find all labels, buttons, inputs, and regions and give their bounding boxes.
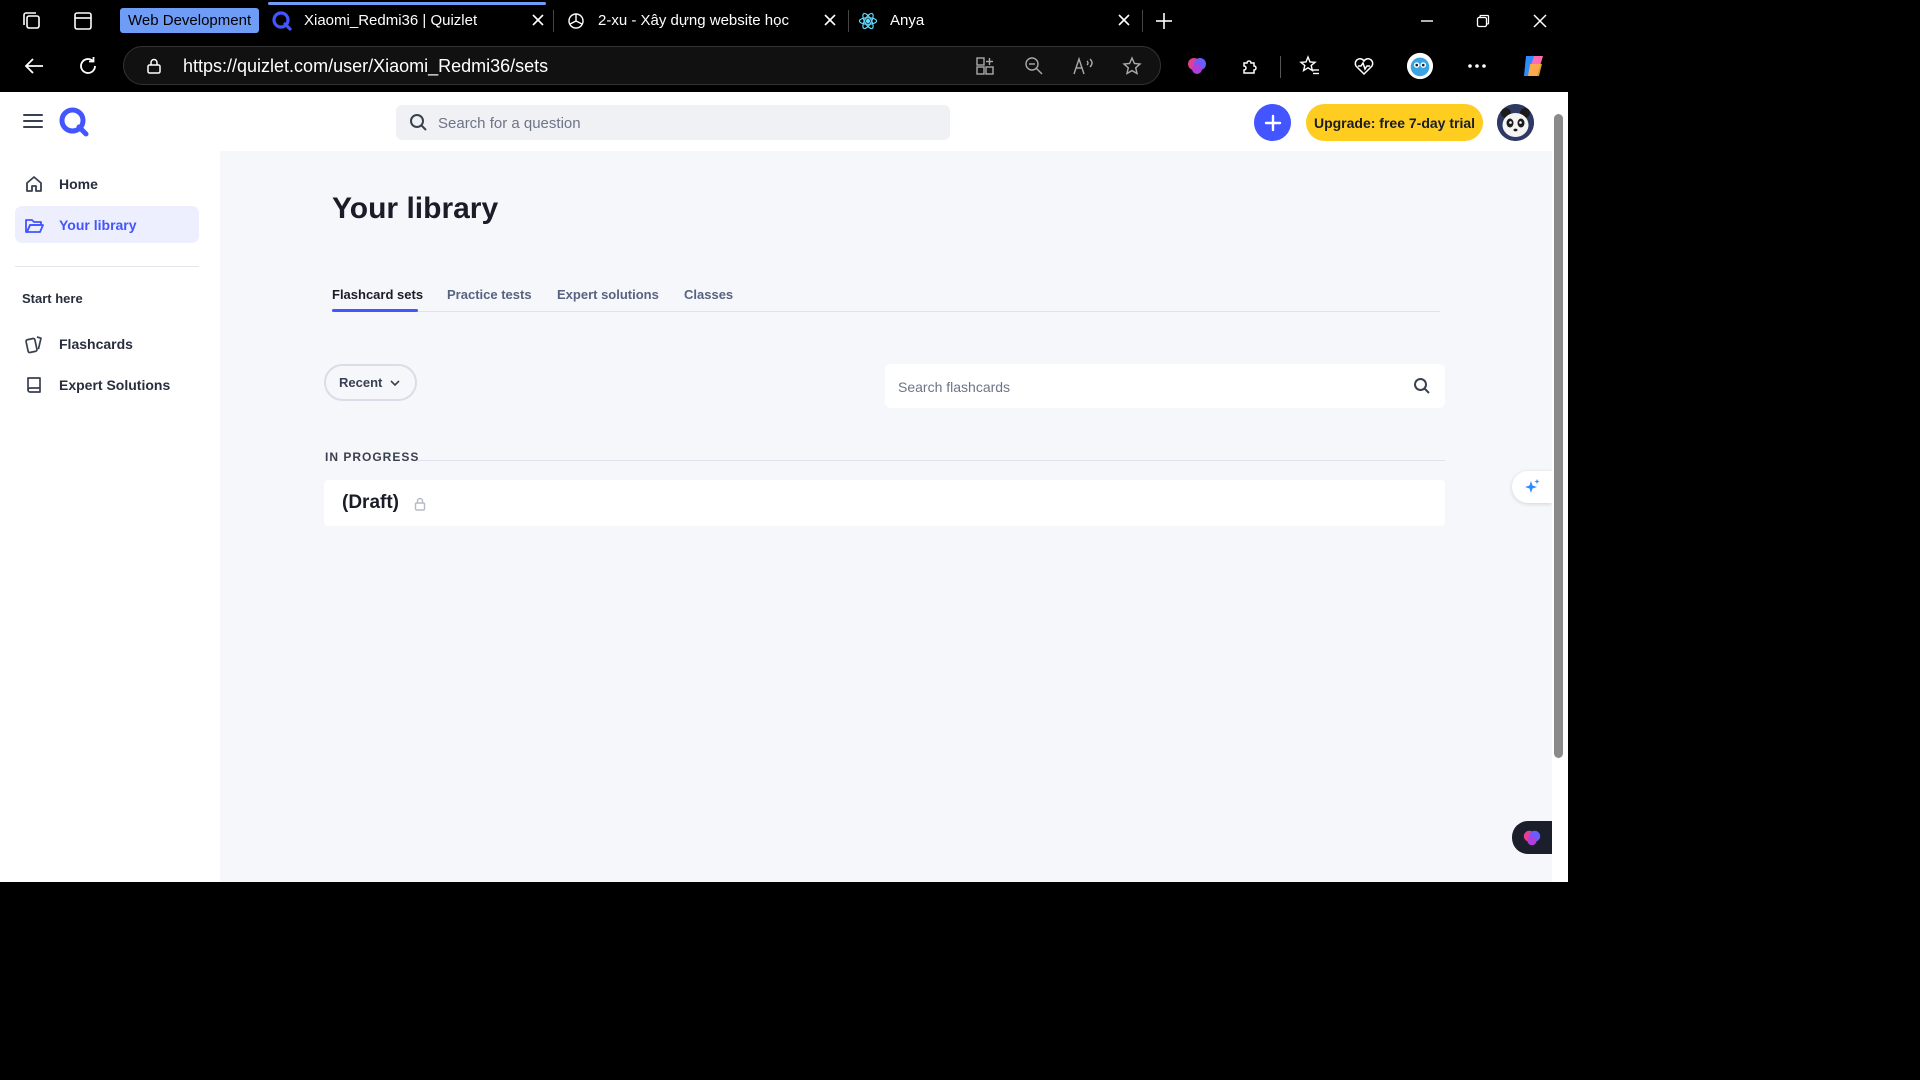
flashcards-search-input[interactable]: Search flashcards	[885, 364, 1445, 408]
tab-title: Xiaomi_Redmi36 | Quizlet	[304, 12, 478, 29]
search-placeholder: Search for a question	[438, 115, 581, 132]
upgrade-button[interactable]: Upgrade: free 7-day trial	[1306, 104, 1483, 141]
sort-dropdown[interactable]: Recent	[324, 364, 417, 401]
toolbar-divider	[1280, 56, 1281, 78]
lock-icon	[414, 497, 426, 516]
more-menu-icon[interactable]	[1463, 52, 1491, 80]
browser-essentials-icon[interactable]	[1350, 52, 1378, 80]
hamburger-menu-icon[interactable]	[22, 112, 44, 130]
home-icon	[23, 173, 45, 195]
flashcards-icon	[23, 333, 45, 355]
new-tab-icon[interactable]	[1151, 8, 1177, 34]
sidebar-item-label: Expert Solutions	[59, 376, 171, 393]
url-text[interactable]: https://quizlet.com/user/Xiaomi_Redmi36/…	[183, 56, 548, 77]
active-tab-indicator	[332, 309, 418, 312]
sidebar-item-your-library[interactable]: Your library	[15, 206, 199, 243]
back-icon[interactable]	[19, 51, 49, 81]
sidebar-item-home[interactable]: Home	[15, 165, 199, 202]
sidebar-item-label: Your library	[59, 216, 137, 233]
sort-label: Recent	[339, 375, 383, 390]
tab-chatgpt[interactable]: 2-xu - Xây dựng website học	[566, 4, 840, 37]
tab-anya[interactable]: Anya	[858, 4, 1134, 37]
sparkle-icon	[1525, 479, 1540, 493]
folder-icon	[23, 214, 45, 236]
copilot-icon[interactable]	[1520, 52, 1548, 80]
close-icon[interactable]	[820, 10, 840, 30]
scrollbar-thumb[interactable]	[1554, 114, 1563, 758]
tab-quizlet[interactable]: Xiaomi_Redmi36 | Quizlet	[272, 4, 548, 37]
minimize-icon[interactable]	[1414, 8, 1440, 34]
favorite-star-icon[interactable]	[1120, 54, 1144, 78]
app-available-icon[interactable]	[973, 54, 997, 78]
restore-icon[interactable]	[1470, 8, 1496, 34]
section-label: IN PROGRESS	[325, 450, 420, 464]
sidebar-item-label: Home	[59, 175, 98, 192]
tab-separator	[848, 10, 849, 32]
chatgpt-icon	[566, 11, 586, 31]
page-scrollbar[interactable]	[1552, 92, 1568, 882]
library-tabs: Flashcard sets Practice tests Expert sol…	[332, 279, 1440, 312]
workspaces-icon[interactable]	[19, 8, 45, 34]
brain-extension-icon[interactable]	[1183, 52, 1211, 80]
ai-sparkle-button[interactable]	[1512, 471, 1552, 503]
tab-title: Anya	[890, 12, 925, 29]
tab-separator	[553, 10, 554, 32]
chevron-down-icon	[390, 375, 400, 390]
address-bar[interactable]: https://quizlet.com/user/Xiaomi_Redmi36/…	[123, 46, 1161, 85]
section-divider	[418, 460, 1445, 461]
profile-avatar-icon[interactable]	[1406, 52, 1434, 80]
browser-toolbar: https://quizlet.com/user/Xiaomi_Redmi36/…	[0, 41, 1568, 92]
avatar[interactable]	[1497, 104, 1534, 141]
sidebar-item-label: Flashcards	[59, 335, 133, 352]
lock-icon[interactable]	[142, 54, 166, 78]
tab-flashcard-sets[interactable]: Flashcard sets	[332, 287, 423, 302]
book-icon	[23, 374, 45, 396]
sidebar: Home Your library Start here Flashcards …	[0, 92, 220, 882]
sidebar-section-heading: Start here	[22, 291, 83, 306]
zoom-out-icon[interactable]	[1022, 54, 1046, 78]
react-icon	[858, 11, 878, 31]
browser-tab-bar: Web Development Xiaomi_Redmi36 | Quizlet…	[0, 0, 1568, 41]
page-title: Your library	[332, 192, 499, 225]
refresh-icon[interactable]	[73, 51, 103, 81]
search-icon[interactable]	[1413, 377, 1431, 400]
tab-expert-solutions[interactable]: Expert solutions	[557, 287, 659, 302]
search-placeholder: Search flashcards	[898, 379, 1011, 395]
search-icon	[409, 113, 428, 137]
brain-icon	[1523, 830, 1541, 845]
favorites-icon[interactable]	[1296, 52, 1324, 80]
question-search-input[interactable]: Search for a question	[396, 105, 950, 140]
tab-title: 2-xu - Xây dựng website học	[598, 12, 789, 29]
close-window-icon[interactable]	[1527, 8, 1553, 34]
tab-practice-tests[interactable]: Practice tests	[447, 287, 532, 302]
read-aloud-icon[interactable]	[1071, 54, 1095, 78]
close-icon[interactable]	[528, 10, 548, 30]
set-title[interactable]: (Draft)	[342, 492, 399, 514]
close-icon[interactable]	[1114, 10, 1134, 30]
sidebar-item-flashcards[interactable]: Flashcards	[15, 325, 199, 362]
set-card[interactable]: (Draft)	[324, 480, 1445, 526]
plus-icon	[1264, 114, 1281, 131]
tab-group-label[interactable]: Web Development	[120, 8, 260, 33]
quizlet-logo[interactable]	[58, 106, 90, 138]
tab-classes[interactable]: Classes	[684, 287, 733, 302]
create-button[interactable]	[1254, 104, 1291, 141]
site-header: Search for a question Upgrade: free 7-da…	[0, 92, 1552, 151]
brain-assistant-button[interactable]	[1512, 821, 1552, 854]
page-content: Home Your library Start here Flashcards …	[0, 92, 1568, 882]
quizlet-icon	[272, 10, 292, 31]
extensions-icon[interactable]	[1237, 52, 1265, 80]
sidebar-item-expert-solutions[interactable]: Expert Solutions	[15, 366, 199, 403]
sidebar-divider	[15, 266, 199, 267]
tab-separator	[1142, 10, 1143, 32]
tab-actions-icon[interactable]	[70, 8, 96, 34]
